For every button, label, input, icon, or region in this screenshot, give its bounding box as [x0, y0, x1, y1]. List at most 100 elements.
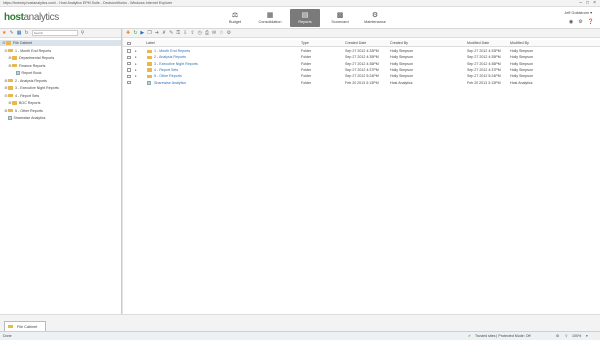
nav-budget[interactable]: ⚖ Budget [220, 9, 250, 27]
new-folder-icon[interactable]: ★ [2, 30, 6, 36]
minimize-icon[interactable]: – [579, 0, 582, 6]
schedule-icon[interactable]: ◷ [198, 30, 202, 36]
nav-maintenance-label: Maintenance [364, 20, 386, 24]
folder-icon [8, 86, 13, 90]
tree-item[interactable]: ⊟ 4 - Report Sets [4, 93, 39, 99]
main-nav: ⚖ Budget ▦ Consolidation ▤ Reports ▩ Sco… [220, 9, 395, 27]
protected-mode-icon[interactable]: ⚙ [556, 334, 559, 338]
row-modified-by: Host Analytics [510, 80, 533, 85]
folder-icon [12, 56, 17, 60]
user-menu[interactable]: Jeff Goldstrom ▾ [564, 10, 592, 15]
export-icon[interactable]: ⇩ [183, 30, 187, 36]
nav-scorecard-label: Scorecard [331, 20, 349, 24]
camera-icon[interactable]: ◉ [569, 19, 573, 25]
copy-icon[interactable]: ❐ [147, 30, 151, 36]
maximize-icon[interactable]: □ [586, 0, 589, 6]
tree-item-label: BOC Reports [19, 101, 41, 105]
select-all-checkbox[interactable] [127, 41, 131, 46]
report-icon [16, 71, 20, 75]
zoom-level[interactable]: 100% [572, 334, 581, 338]
folder-icon [147, 62, 152, 66]
open-icon[interactable]: ▶ [140, 30, 144, 36]
tree-item[interactable]: ⊞ 2 - Analysis Reports [4, 78, 47, 84]
col-header-modified-date[interactable]: Modified Date [467, 40, 489, 47]
nav-maintenance[interactable]: ⚙ Maintenance [360, 9, 390, 27]
header-icons: ◉ ⚙ ❓ [569, 19, 594, 25]
tree-item-label: 5 - Other Reports [15, 108, 43, 113]
tab-file-cabinet[interactable]: File Cabinet [4, 321, 46, 331]
tree-item-label: Finance Reports [19, 63, 46, 68]
print-icon[interactable]: ⎙ [205, 30, 209, 36]
close-icon[interactable]: × [593, 0, 596, 6]
app-header: hostanalytics ⚖ Budget ▦ Consolidation ▤… [0, 7, 600, 29]
properties-icon[interactable]: ▦ [17, 30, 22, 36]
refresh-icon[interactable]: ↻ [24, 30, 28, 36]
settings-icon[interactable]: ⚙ [578, 19, 582, 25]
help-icon[interactable]: ❓ [588, 19, 594, 25]
grid-refresh-icon[interactable]: ↻ [133, 30, 137, 36]
nav-scorecard[interactable]: ▩ Scorecard [325, 9, 355, 27]
import-icon[interactable]: ⇧ [190, 30, 194, 36]
col-header-label[interactable]: Label [146, 40, 155, 47]
email-icon[interactable]: ✉ [212, 30, 216, 36]
tree-item[interactable]: ⊞ BOC Reports [8, 100, 40, 106]
row-checkbox[interactable] [127, 80, 131, 85]
row-checkbox[interactable] [127, 68, 131, 72]
row-checkbox[interactable] [127, 61, 131, 66]
window-titlebar: https://forestry.hostanalytics.com/ - Ho… [0, 0, 600, 7]
move-icon[interactable]: ➜ [155, 30, 159, 36]
permissions-icon[interactable]: ⚿ [176, 30, 180, 36]
tree-item[interactable]: Sharewise Analytics [4, 115, 45, 121]
row-type: Folder [301, 80, 312, 85]
folder-icon [12, 63, 17, 68]
row-checkbox[interactable] [127, 55, 131, 60]
tree-item[interactable]: ⊞ 5 - Other Reports [4, 108, 43, 114]
browser-statusbar: Done ✔ Trusted sites | Protected Mode: O… [0, 331, 600, 340]
tree-item[interactable]: ⊞ Finance Reports [8, 63, 45, 69]
tree-item[interactable]: ⊟ 1 - Month End Reports [4, 48, 51, 54]
col-header-created-by[interactable]: Created By [390, 40, 408, 47]
tree-item[interactable]: ⊞ 3 - Executive Night Reports [4, 85, 59, 91]
folder-icon [6, 41, 11, 45]
row-checkbox[interactable] [127, 49, 131, 53]
tree-item[interactable]: Report Book [12, 70, 41, 76]
favorite-icon[interactable]: ☆ [219, 30, 223, 36]
folder-icon [8, 93, 13, 98]
nav-reports[interactable]: ▤ Reports [290, 9, 320, 27]
tree-item-label: 4 - Report Sets [15, 93, 40, 98]
tree-item-label: 3 - Executive Night Reports [15, 86, 59, 90]
check-icon: ✔ [468, 334, 472, 338]
row-modified-date: Feb 20 2013 3:13PM [467, 80, 501, 85]
nav-consolidation[interactable]: ▦ Consolidation [255, 9, 285, 27]
search-icon[interactable]: ⚲ [81, 30, 85, 36]
folder-icon [8, 78, 13, 83]
add-icon[interactable]: ✚ [126, 30, 130, 36]
folder-icon [147, 68, 152, 72]
tree-item-label: 2 - Analysis Reports [15, 78, 47, 83]
edit-icon[interactable]: ✎ [9, 30, 13, 36]
table-row[interactable]: Sharewise Analytics Folder Feb 20 2013 3… [123, 80, 600, 86]
window-controls: – □ × [579, 0, 600, 6]
tree-root[interactable]: ⊟ File Cabinet [0, 40, 121, 46]
options-icon[interactable]: ⚙ [227, 30, 231, 36]
rename-icon[interactable]: ✎ [169, 30, 173, 36]
folder-icon [147, 55, 152, 60]
security-zone[interactable]: Trusted sites | Protected Mode: Off [475, 334, 530, 338]
tree-item-label: Report Book [21, 71, 42, 75]
chevron-down-icon[interactable]: ▾ [586, 334, 588, 338]
tree-search-input[interactable] [31, 30, 78, 36]
status-text: Done [3, 334, 12, 338]
report-icon [147, 80, 151, 85]
col-header-created-date[interactable]: Created Date [345, 40, 366, 47]
brand-logo[interactable]: hostanalytics [4, 12, 59, 23]
folder-icon [147, 49, 152, 53]
tree-item[interactable]: ⊞ Departmental Reports [8, 55, 54, 61]
col-header-modified-by[interactable]: Modified By [510, 40, 529, 47]
row-checkbox[interactable] [127, 74, 131, 79]
folder-tree: ⊟ File Cabinet ⊟ 1 - Month End Reports ⊞… [0, 38, 121, 314]
row-label[interactable]: Sharewise Analytics [154, 80, 186, 86]
tree-item-label: Departmental Reports [19, 56, 55, 60]
delete-icon[interactable]: ✗ [162, 30, 166, 36]
tree-root-label: File Cabinet [13, 41, 33, 45]
col-header-type[interactable]: Type [301, 40, 309, 47]
